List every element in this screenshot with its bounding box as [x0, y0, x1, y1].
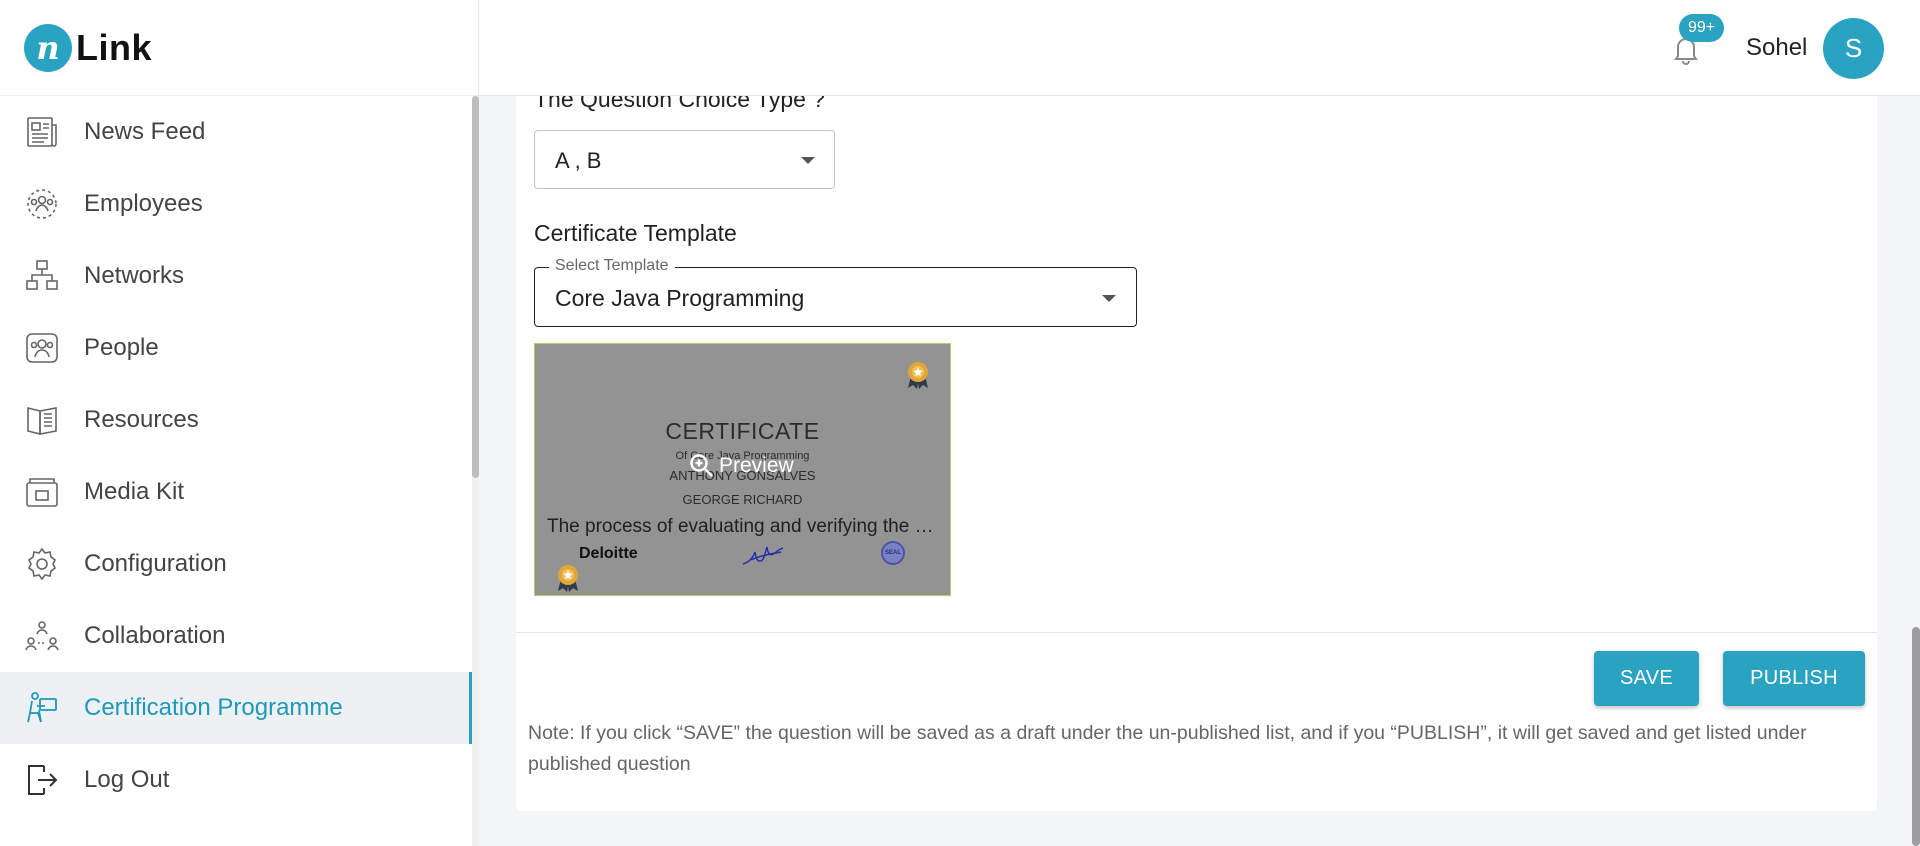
certificate-company-logo: Deloitte: [579, 545, 638, 562]
sidebar: n Link News Feed Employees Networks Peop…: [0, 0, 479, 846]
sidebar-item-label: Certification Programme: [84, 694, 343, 721]
certificate-name-2: GEORGE RICHARD: [682, 492, 803, 507]
sidebar-item-configuration[interactable]: Configuration: [0, 528, 472, 600]
sidebar-item-label: Configuration: [84, 550, 227, 577]
certificate-preview-card[interactable]: CERTIFICATE Of Core Java Programming ANT…: [534, 343, 951, 596]
sidebar-item-networks[interactable]: Networks: [0, 240, 472, 312]
sidebar-item-news-feed[interactable]: News Feed: [0, 96, 472, 168]
sidebar-item-people[interactable]: People: [0, 312, 472, 384]
user-name[interactable]: Sohel: [1746, 34, 1807, 62]
certification-icon: [24, 690, 60, 726]
chevron-down-icon: [1102, 295, 1116, 302]
gear-icon: [24, 546, 60, 582]
zoom-in-icon: [690, 454, 713, 477]
avatar[interactable]: S: [1823, 18, 1884, 79]
app-logo[interactable]: n Link: [0, 0, 478, 96]
preview-button[interactable]: Preview: [689, 453, 794, 479]
sidebar-item-label: Resources: [84, 406, 199, 433]
sidebar-item-log-out[interactable]: Log Out: [0, 744, 472, 816]
preview-label: Preview: [719, 454, 794, 477]
sidebar-item-label: Collaboration: [84, 622, 226, 649]
save-button[interactable]: SAVE: [1594, 651, 1699, 706]
medal-icon: [553, 563, 583, 595]
collaboration-icon: [24, 618, 60, 654]
sidebar-item-label: News Feed: [84, 118, 206, 145]
logo-text: Link: [76, 26, 153, 68]
people-icon: [24, 330, 60, 366]
template-select-value: Core Java Programming: [555, 285, 805, 311]
certificate-title: CERTIFICATE: [665, 418, 820, 444]
chevron-down-icon: [801, 157, 815, 164]
sidebar-item-label: Networks: [84, 262, 185, 289]
notification-badge: 99+: [1679, 14, 1725, 42]
sidebar-item-collaboration[interactable]: Collaboration: [0, 600, 472, 672]
employees-icon: [24, 186, 60, 222]
sidebar-scrollbar-thumb[interactable]: [472, 96, 479, 478]
network-icon: [24, 258, 60, 294]
certificate-description: The process of evaluating and verifying …: [547, 516, 940, 537]
sidebar-nav: News Feed Employees Networks People Reso…: [0, 96, 472, 816]
sidebar-item-employees[interactable]: Employees: [0, 168, 472, 240]
save-publish-note: Note: If you click “SAVE” the question w…: [528, 722, 1807, 775]
sidebar-item-certification-programme[interactable]: Certification Programme: [0, 672, 472, 744]
sidebar-item-label: Employees: [84, 190, 203, 217]
signature-icon: [741, 540, 785, 573]
sidebar-item-label: People: [84, 334, 159, 361]
page-scrollbar-thumb[interactable]: [1912, 627, 1920, 846]
sidebar-item-resources[interactable]: Resources: [0, 384, 472, 456]
newspaper-icon: [24, 114, 60, 150]
template-select[interactable]: Select Template Core Java Programming: [534, 257, 1137, 327]
publish-button[interactable]: PUBLISH: [1723, 651, 1865, 706]
logo-mark: n: [24, 23, 72, 72]
media-kit-icon: [24, 474, 60, 510]
logout-icon: [24, 762, 60, 798]
book-icon: [24, 402, 60, 438]
section-divider: [516, 632, 1877, 633]
sidebar-item-media-kit[interactable]: Media Kit: [0, 456, 472, 528]
seal-icon: SEAL: [881, 541, 905, 565]
question-choice-value: A , B: [555, 148, 602, 173]
sidebar-item-label: Media Kit: [84, 478, 185, 505]
question-choice-select[interactable]: A , B: [534, 130, 835, 189]
medal-icon: [903, 360, 933, 395]
template-select-label: Select Template: [549, 257, 675, 275]
certificate-template-heading: Certificate Template: [534, 220, 737, 246]
sidebar-item-label: Log Out: [84, 766, 170, 793]
